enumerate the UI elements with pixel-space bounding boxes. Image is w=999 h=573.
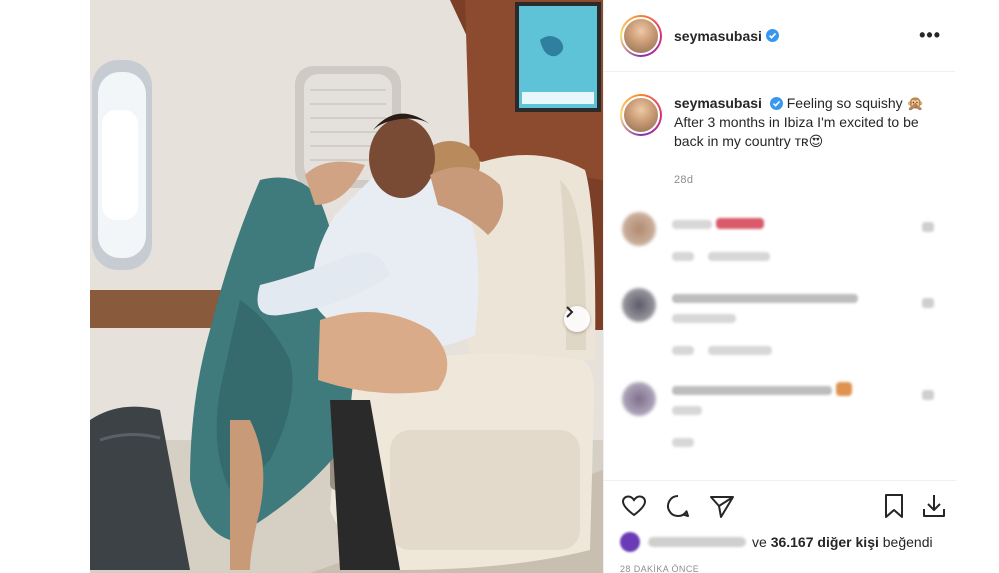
posted-time: 28 DAKİKA ÖNCE (620, 564, 700, 573)
post-age: 28d (674, 174, 694, 186)
send-icon[interactable] (708, 492, 736, 520)
bookmark-icon[interactable] (880, 492, 908, 520)
next-photo-button[interactable] (564, 306, 590, 332)
liker-name (648, 537, 746, 547)
post-sidebar: seymasubasi ••• seymasubasi Feeling so s… (603, 0, 956, 573)
chevron-right-icon (566, 306, 574, 318)
liker-avatar (620, 532, 640, 552)
verified-badge-icon (769, 97, 783, 110)
post-header: seymasubasi ••• (604, 0, 955, 72)
divider (604, 480, 956, 481)
caption-text-block: seymasubasi Feeling so squishy 🙊 After 3… (674, 94, 944, 151)
download-icon[interactable] (920, 492, 948, 520)
comment-icon[interactable] (664, 492, 692, 520)
heart-icon[interactable] (620, 492, 648, 520)
likes-text: ve 36.167 diğer kişi beğendi (752, 534, 933, 550)
more-options-button[interactable]: ••• (919, 25, 941, 46)
post-image (90, 0, 603, 573)
likes-summary[interactable]: ve 36.167 diğer kişi beğendi (620, 530, 960, 554)
caption: seymasubasi Feeling so squishy 🙊 After 3… (620, 94, 950, 151)
verified-badge-icon (765, 29, 779, 42)
avatar[interactable] (620, 14, 662, 57)
header-username[interactable]: seymasubasi (674, 28, 762, 44)
action-bar (618, 492, 948, 522)
caption-avatar[interactable] (620, 94, 662, 136)
caption-username[interactable]: seymasubasi (674, 95, 762, 111)
post-photo[interactable] (90, 0, 603, 573)
